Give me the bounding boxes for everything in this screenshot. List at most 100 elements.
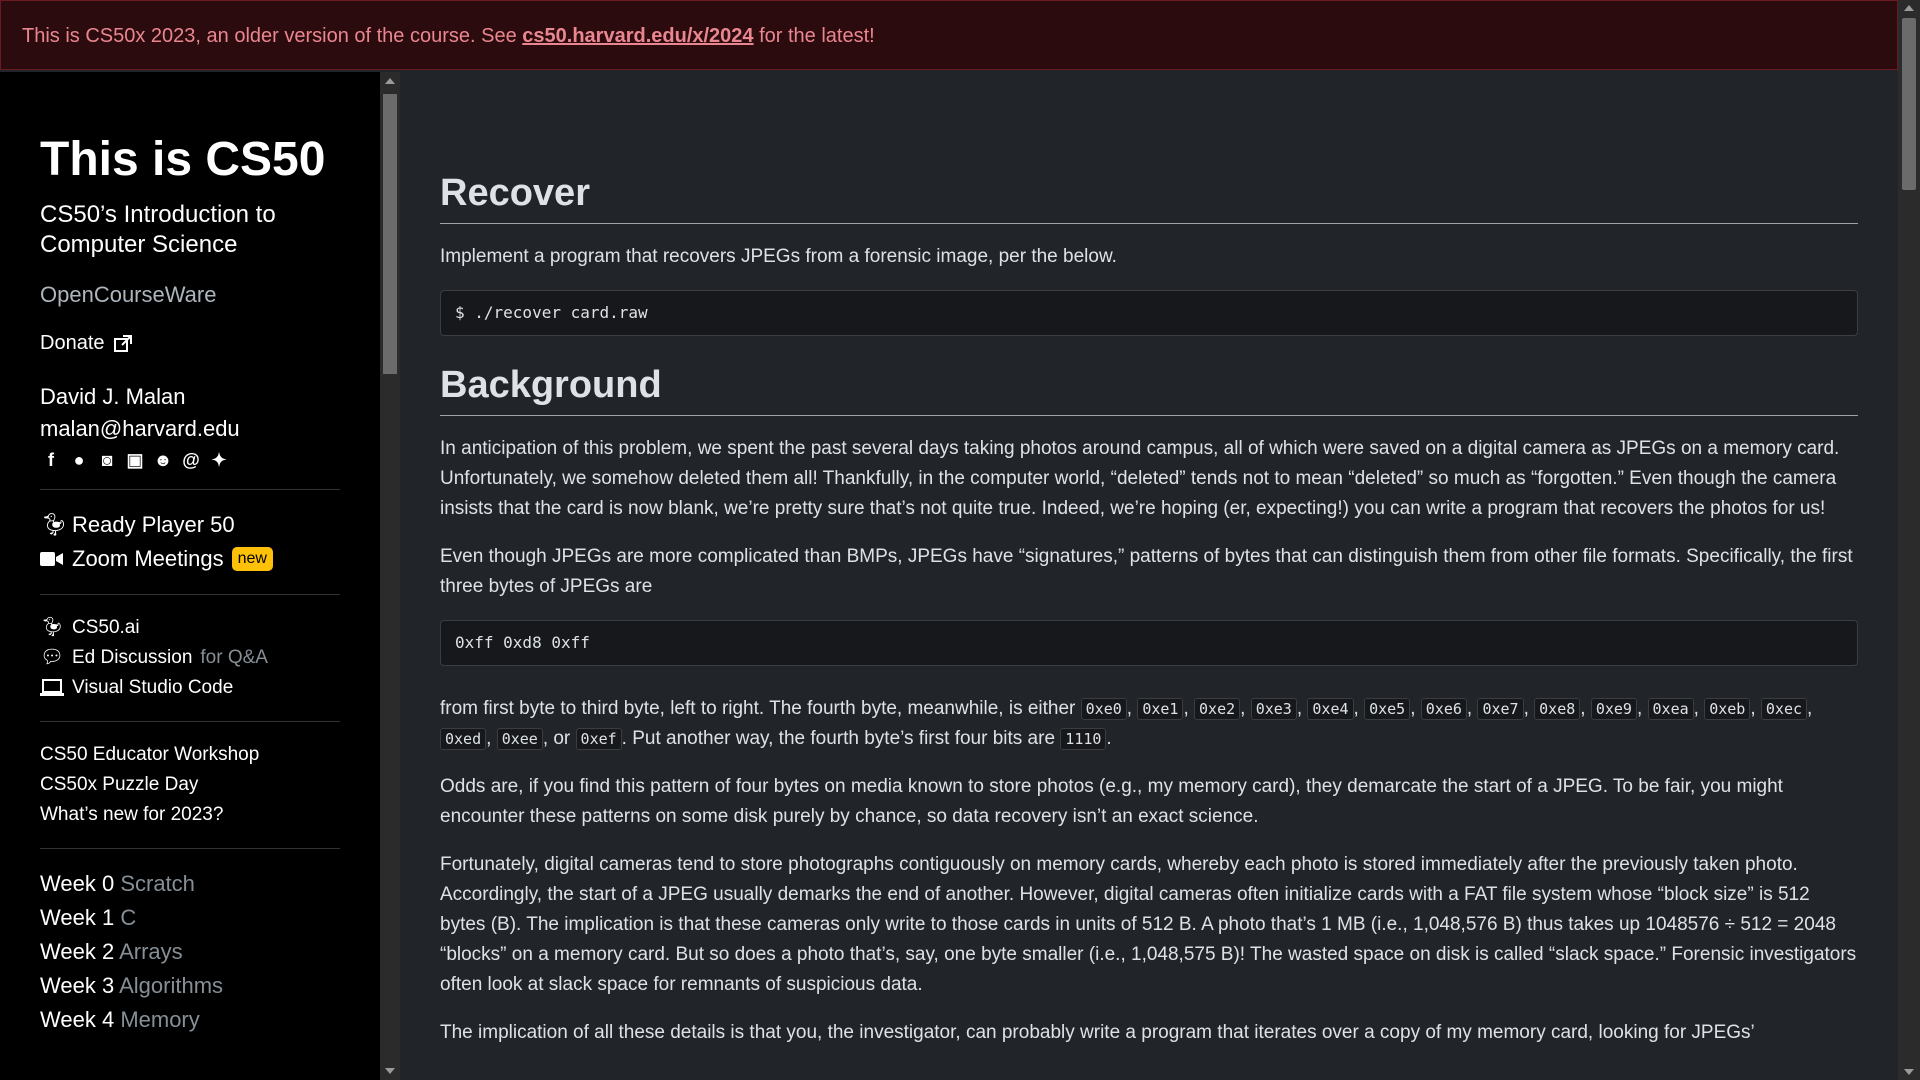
ready-player-50-label: Ready Player 50 [72, 512, 235, 537]
week-number: Week 0 [40, 871, 115, 896]
sidebar-scrollbar[interactable] [380, 72, 400, 1080]
duck-icon: 🦆︎ [40, 512, 68, 537]
divider [40, 489, 340, 490]
page-scroll-thumb[interactable] [1902, 18, 1916, 190]
week-topic: Algorithms [119, 973, 224, 998]
twitter-icon[interactable]: ✦ [208, 449, 230, 471]
inline-code: 0xea [1647, 698, 1694, 720]
inline-code: 0xe1 [1137, 698, 1184, 720]
inline-code: 0xe8 [1534, 698, 1581, 720]
zoom-meetings-label: Zoom Meetings [72, 546, 224, 571]
week-topic: Arrays [119, 939, 183, 964]
laptop-icon [40, 679, 64, 696]
scroll-down-arrow-icon[interactable] [385, 1068, 395, 1074]
sidebar-scroll-thumb[interactable] [383, 94, 397, 374]
week-link[interactable]: Week 0 Scratch [40, 867, 340, 901]
facebook-icon[interactable]: f [40, 449, 62, 471]
inline-code: 0xed [440, 728, 487, 750]
sentence-end: . [1106, 728, 1112, 749]
author-name: David J. Malan [40, 384, 186, 409]
week-number: Week 3 [40, 973, 115, 998]
sidebar: This is CS50 CS50’s Introduction to Comp… [0, 72, 380, 1080]
educator-workshop-link[interactable]: CS50 Educator Workshop [40, 740, 340, 770]
zoom-meetings-link[interactable]: Zoom Meetings new [40, 542, 340, 576]
background-paragraph-2: Even though JPEGs are more complicated t… [440, 546, 1853, 597]
donate-label: Donate [40, 332, 105, 354]
inline-code: 0xeb [1704, 698, 1751, 720]
background-paragraph-1: In anticipation of this problem, we spen… [440, 438, 1840, 519]
week-link[interactable]: Week 4 Memory [40, 1003, 340, 1037]
whats-new-link[interactable]: What’s new for 2023? [40, 800, 340, 830]
cs50-ai-label: CS50.ai [72, 617, 140, 638]
week-number: Week 2 [40, 939, 115, 964]
social-links: f ● ◙ ▣ ☻ @ ✦ [40, 449, 340, 471]
inline-code: 0xe0 [1080, 698, 1127, 720]
week-link[interactable]: Week 3 Algorithms [40, 969, 340, 1003]
ready-player-50-link[interactable]: 🦆︎ Ready Player 50 [40, 508, 340, 542]
ed-discussion-note: for Q&A [200, 647, 268, 668]
background-paragraph-5: Fortunately, digital cameras tend to sto… [440, 854, 1857, 995]
github-icon[interactable]: ● [68, 449, 90, 471]
fourth-byte-paragraph: from first byte to third byte, left to r… [440, 694, 1858, 754]
version-alert-banner: This is CS50x 2023, an older version of … [0, 0, 1898, 70]
background-paragraph-4: Odds are, if you find this pattern of fo… [440, 776, 1783, 827]
inline-code: 0xec [1760, 698, 1808, 720]
intro-paragraph: Implement a program that recovers JPEGs … [440, 246, 1117, 267]
duck-icon: 🦆︎ [40, 617, 65, 638]
inline-code: 0xe4 [1307, 698, 1354, 720]
banner-suffix: for the latest! [753, 25, 875, 47]
week-link[interactable]: Week 2 Arrays [40, 935, 340, 969]
scroll-up-arrow-icon[interactable] [385, 78, 395, 84]
background-heading: Background [440, 364, 1858, 416]
new-badge: new [231, 547, 273, 571]
divider [40, 848, 340, 849]
opencourseware-label: OpenCourseWare [40, 282, 217, 307]
command-code-block: $ ./recover card.raw [440, 290, 1858, 336]
external-link-icon [113, 334, 132, 352]
week-topic: C [120, 905, 137, 930]
donate-link[interactable]: Donate [40, 332, 340, 355]
latest-version-link[interactable]: cs50.harvard.edu/x/2024 [522, 25, 753, 47]
inline-code: 0xe2 [1194, 698, 1241, 720]
inline-code: 0xe9 [1590, 698, 1637, 720]
scroll-down-arrow-icon[interactable] [1904, 1069, 1914, 1075]
reddit-icon[interactable]: ☻ [152, 449, 174, 471]
week-link[interactable]: Week 1 C [40, 901, 340, 935]
instagram-icon[interactable]: ◙ [96, 449, 118, 471]
visual-studio-code-label: Visual Studio Code [72, 677, 234, 698]
inline-code: 0xef [575, 728, 622, 750]
fourth-byte-text-2: . Put another way, the fourth byte’s fir… [621, 728, 1061, 749]
ed-discussion-label: Ed Discussion [72, 647, 193, 668]
week-topic: Scratch [120, 871, 195, 896]
week-number: Week 1 [40, 905, 115, 930]
banner-prefix: This is CS50x 2023, an older version of … [22, 25, 523, 47]
divider [40, 721, 340, 722]
threads-icon[interactable]: @ [180, 449, 202, 471]
divider [40, 594, 340, 595]
background-paragraph-6: The implication of all these details is … [440, 1022, 1755, 1043]
cs50-ai-link[interactable]: 🦆︎ CS50.ai [40, 613, 340, 643]
visual-studio-code-link[interactable]: Visual Studio Code [40, 673, 340, 703]
linkedin-icon[interactable]: ▣ [124, 449, 146, 471]
inline-code: 0xe6 [1420, 698, 1467, 720]
inline-code: 0xe7 [1477, 698, 1524, 720]
site-subtitle: CS50’s Introduction to Computer Science [40, 201, 276, 258]
recover-heading: Recover [440, 172, 1858, 224]
main-content: Recover Implement a program that recover… [400, 72, 1898, 1080]
inline-code: 0xee [496, 728, 543, 750]
inline-code: 1110 [1060, 728, 1107, 750]
author-email[interactable]: malan@harvard.edu [40, 413, 340, 445]
inline-code: 0xe3 [1250, 698, 1297, 720]
page-scrollbar[interactable] [1898, 0, 1920, 1080]
fourth-byte-text: from first byte to third byte, left to r… [440, 698, 1081, 719]
week-number: Week 4 [40, 1007, 115, 1032]
video-camera-icon [40, 552, 63, 566]
ed-discussion-link[interactable]: 💬︎ Ed Discussion for Q&A [40, 643, 340, 673]
chat-icon: 💬︎ [40, 647, 65, 668]
week-topic: Memory [120, 1007, 200, 1032]
scroll-up-arrow-icon[interactable] [1904, 5, 1914, 11]
inline-code: 0xe5 [1364, 698, 1411, 720]
puzzle-day-link[interactable]: CS50x Puzzle Day [40, 770, 340, 800]
site-title[interactable]: This is CS50 [40, 132, 340, 188]
jpeg-signature-code-block: 0xff 0xd8 0xff [440, 620, 1858, 666]
